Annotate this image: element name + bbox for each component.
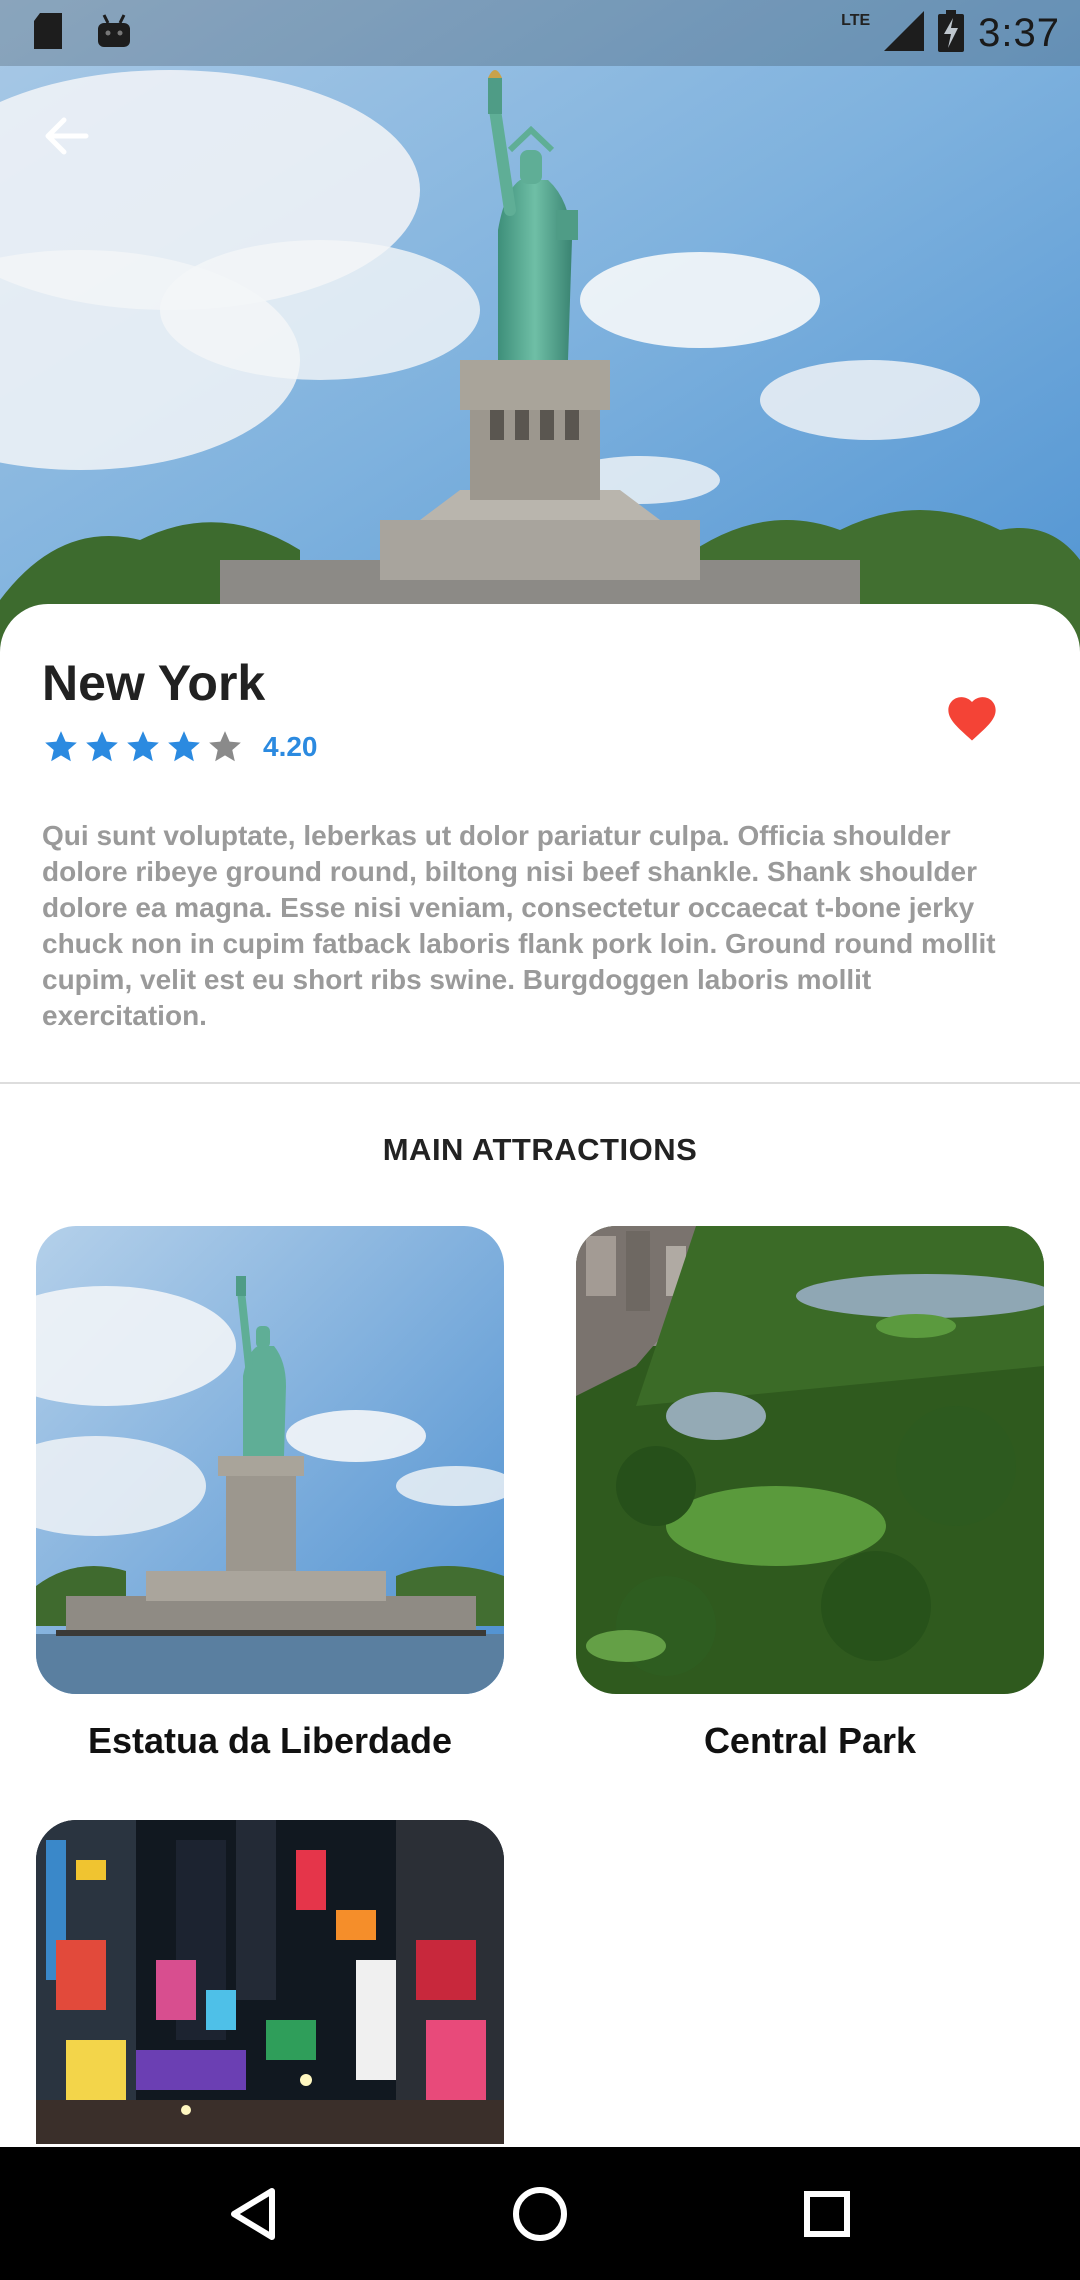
back-triangle-icon xyxy=(231,2187,276,2240)
attraction-label: Estatua da Liberdade xyxy=(87,1720,453,1761)
star-icon xyxy=(209,731,241,762)
network-type: LTE xyxy=(841,12,871,29)
battery-charging-icon xyxy=(938,9,965,57)
attraction-label: Central Park xyxy=(703,1720,917,1761)
rating-value: 4.20 xyxy=(263,731,318,762)
star-icon xyxy=(45,731,77,762)
section-title: MAIN ATTRACTIONS xyxy=(382,1132,698,1167)
recents-square-icon xyxy=(803,2190,850,2237)
signal-icon xyxy=(884,10,925,56)
attraction-card-statue-of-liberty[interactable] xyxy=(36,1226,504,1694)
rating-row: 4.20 xyxy=(42,728,318,766)
attraction-card-times-square[interactable] xyxy=(36,1820,504,2144)
heart-icon xyxy=(948,697,996,741)
home-circle-icon xyxy=(512,2186,567,2241)
nav-recents-button[interactable] xyxy=(782,2169,872,2259)
nav-home-button[interactable] xyxy=(495,2169,585,2259)
navigation-bar xyxy=(0,2147,1080,2280)
sd-card-icon xyxy=(32,12,64,54)
back-button[interactable] xyxy=(30,100,102,172)
hero-image xyxy=(0,0,1080,680)
android-icon xyxy=(96,13,132,54)
star-icon xyxy=(168,731,200,762)
nav-back-button[interactable] xyxy=(208,2169,298,2259)
status-bar: LTE 3:37 xyxy=(0,0,1080,66)
arrow-left-icon xyxy=(45,117,89,155)
city-description: Qui sunt voluptate, leberkas ut dolor pa… xyxy=(42,820,996,1031)
status-time: 3:37 xyxy=(978,10,1060,55)
favorite-button[interactable] xyxy=(936,680,1008,752)
city-title: New York xyxy=(42,655,266,711)
attraction-card-central-park[interactable] xyxy=(576,1226,1044,1694)
star-icon xyxy=(127,731,159,762)
star-icon xyxy=(86,731,118,762)
rating-stars xyxy=(42,728,247,766)
city-details-card: New York 4.20 Qui sunt voluptate, leberk… xyxy=(0,604,1080,2144)
divider xyxy=(0,1082,1080,1084)
